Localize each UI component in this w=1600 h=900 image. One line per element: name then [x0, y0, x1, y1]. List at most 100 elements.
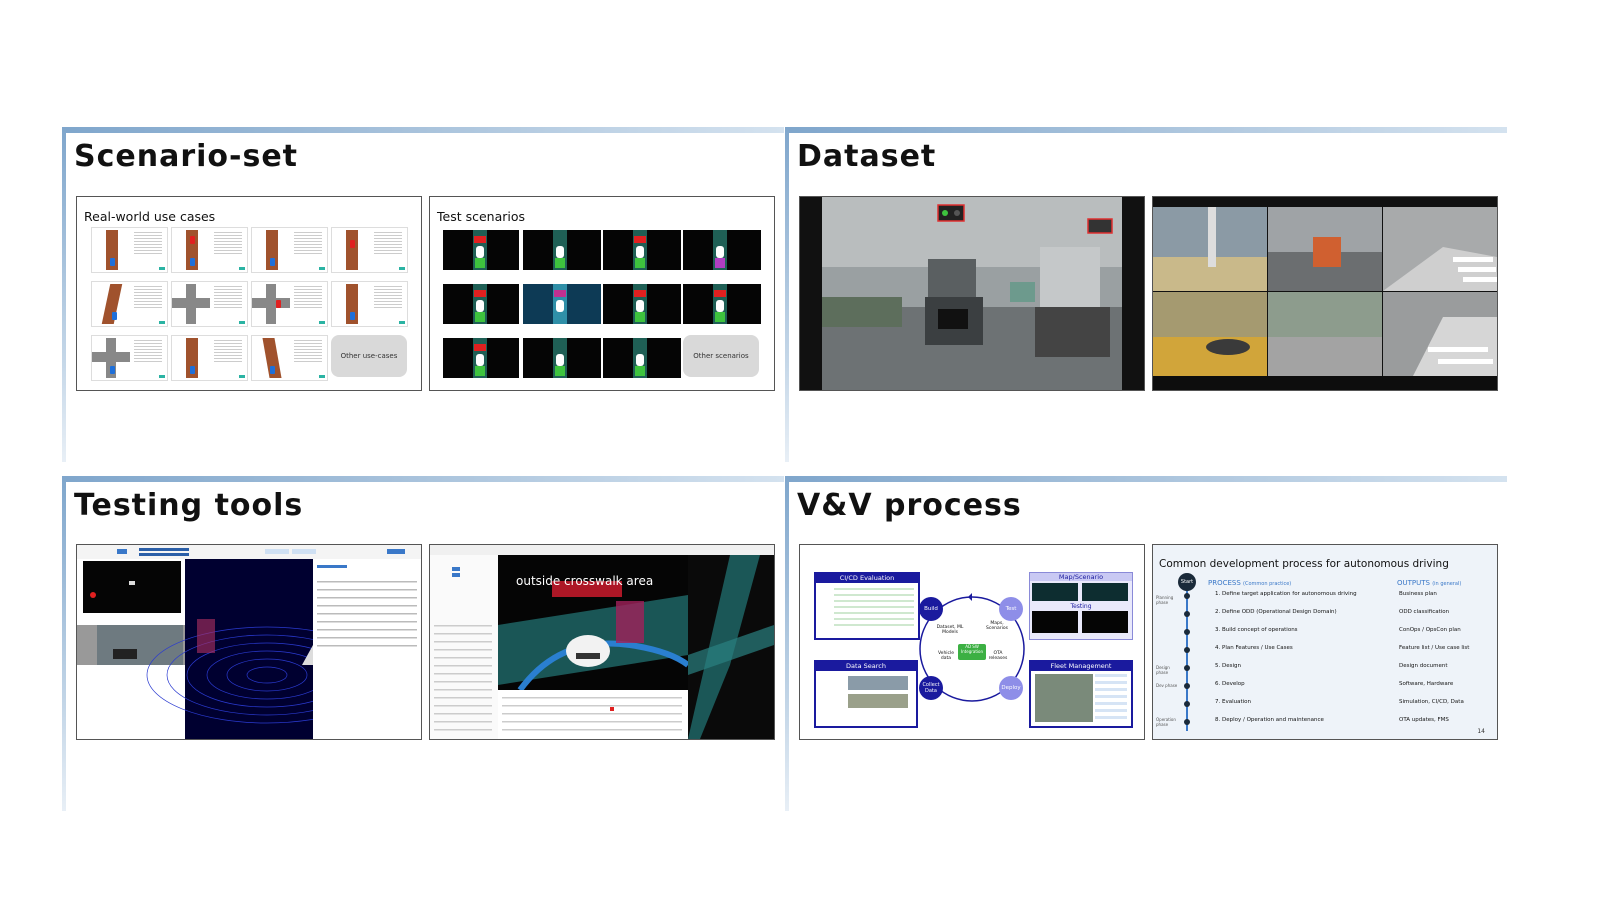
- quadrant-top-border: [785, 127, 1507, 133]
- simulator-overlay-text: outside crosswalk area: [516, 574, 653, 588]
- quadrant-left-border: [62, 127, 66, 462]
- quadrant-title: Scenario-set: [74, 139, 299, 174]
- process-head-label: PROCESS: [1208, 579, 1241, 587]
- quadrant-left-border: [62, 476, 66, 811]
- dataset-camera-scene: [822, 197, 1122, 390]
- process-step: 1. Define target application for autonom…: [1153, 591, 1497, 607]
- step-dot: [1184, 647, 1190, 653]
- ci-eval-table: [834, 588, 914, 628]
- step-label: 7. Evaluation: [1215, 699, 1252, 705]
- step-output: Feature list / Use case list: [1399, 645, 1470, 651]
- step-label: 8. Deploy / Operation and maintenance: [1215, 717, 1324, 723]
- test-scenarios-card[interactable]: Test scenarios Other scenarios: [429, 196, 775, 391]
- fleet-header: Fleet Management: [1031, 662, 1131, 671]
- step-output: Business plan: [1399, 591, 1437, 597]
- quadrant-vv-process: V&V process CI/CD Evaluation Map/Scenari…: [785, 476, 1507, 811]
- fleet-management-panel: Fleet Management: [1029, 660, 1133, 728]
- scenario-tile: [443, 284, 521, 324]
- use-case-tile: [251, 227, 328, 273]
- use-case-tile: [171, 227, 248, 273]
- outputs-head-label: OUTPUTS: [1397, 579, 1430, 587]
- page-number: 14: [1477, 728, 1485, 735]
- data-search-images: [848, 694, 908, 708]
- phase-label: Design phase: [1156, 665, 1170, 675]
- quadrant-left-border: [785, 127, 789, 462]
- dataset-ml-label: Dataset, ML Models: [936, 625, 964, 635]
- scenario-tile: [443, 230, 521, 270]
- dataset-multicamera-image[interactable]: [1152, 196, 1498, 391]
- scenario-tile: [523, 284, 601, 324]
- start-node: Start: [1178, 573, 1196, 591]
- scenario-tile: [523, 230, 601, 270]
- step-label: 2. Define ODD (Operational Design Domain…: [1215, 609, 1337, 615]
- map-image: [1032, 583, 1078, 601]
- quadrant-title: V&V process: [797, 488, 1022, 523]
- maps-scenarios-label: Maps, Scenarios: [986, 621, 1008, 631]
- deploy-node: Deploy: [999, 676, 1023, 700]
- card-label: Real-world use cases: [84, 209, 216, 224]
- ad-sw-integration-box: AD SW Integration: [958, 644, 986, 660]
- phase-label: Planning phase: [1156, 595, 1174, 605]
- process-step: 4. Plan Features / Use Cases Feature lis…: [1153, 645, 1497, 661]
- step-output: Software, Hardware: [1399, 681, 1454, 687]
- real-world-use-cases-card[interactable]: Real-world use cases Other use-cases: [76, 196, 422, 391]
- process-step: 2. Define ODD (Operational Design Domain…: [1153, 609, 1497, 625]
- other-use-cases-button[interactable]: Other use-cases: [331, 335, 407, 377]
- other-scenarios-button[interactable]: Other scenarios: [683, 335, 759, 377]
- cicd-cycle-card[interactable]: CI/CD Evaluation Map/Scenario Testing Da…: [799, 544, 1145, 740]
- scenario-tile: [523, 338, 601, 378]
- step-output: Design document: [1399, 663, 1448, 669]
- fleet-list: [1095, 674, 1127, 722]
- quadrant-scenario-set: Scenario-set Real-world use cases Other …: [62, 127, 784, 462]
- step-output: ODD classification: [1399, 609, 1450, 615]
- phase-label: Operation phase: [1156, 717, 1176, 727]
- ci-eval-header: CI/CD Evaluation: [816, 574, 918, 583]
- step-dot: [1184, 683, 1190, 689]
- quadrant-dataset: Dataset: [785, 127, 1507, 462]
- ota-releases-label: OTA releases: [988, 651, 1008, 661]
- dataset-camera-image[interactable]: [799, 196, 1145, 391]
- quadrant-top-border: [62, 127, 784, 133]
- use-case-tile: [91, 227, 168, 273]
- testing-image: [1082, 611, 1128, 633]
- data-search-images: [848, 676, 908, 690]
- dataset-multicamera-grid: [1153, 207, 1497, 390]
- lidar-viewer-ui: [77, 545, 421, 739]
- simulator-ui: outside crosswalk area: [430, 545, 774, 739]
- map-scenario-header: Map/Scenario: [1030, 573, 1132, 581]
- step-output: OTA updates, FMS: [1399, 717, 1449, 723]
- step-dot: [1184, 665, 1190, 671]
- build-node: Build: [919, 597, 943, 621]
- test-node: Test: [999, 597, 1023, 621]
- scenario-tile: [603, 338, 681, 378]
- outputs-header: OUTPUTS (in general): [1397, 579, 1461, 587]
- lidar-viewer-screenshot[interactable]: [76, 544, 422, 740]
- process-step: 8. Deploy / Operation and maintenance OT…: [1153, 717, 1497, 733]
- use-case-tile: [251, 281, 328, 327]
- map-scenario-panel: Map/Scenario Testing: [1029, 572, 1133, 640]
- fleet-map: [1035, 674, 1093, 722]
- quadrant-testing-tools: Testing tools outside crosswalk area: [62, 476, 784, 811]
- use-case-tile: [331, 281, 408, 327]
- use-case-tile: [91, 335, 168, 381]
- step-label: 5. Design: [1215, 663, 1241, 669]
- use-case-tile: [171, 335, 248, 381]
- quadrant-title: Dataset: [797, 139, 937, 174]
- dev-process-card[interactable]: Common development process for autonomou…: [1152, 544, 1498, 740]
- step-label: 6. Develop: [1215, 681, 1245, 687]
- testing-header: Testing: [1070, 603, 1092, 610]
- step-label: 1. Define target application for autonom…: [1215, 591, 1357, 597]
- step-dot: [1184, 719, 1190, 725]
- quadrant-top-border: [62, 476, 784, 482]
- scenario-tile: [603, 230, 681, 270]
- process-step: 5. Design Design document: [1153, 663, 1497, 679]
- process-step: 3. Build concept of operations ConOps / …: [1153, 627, 1497, 643]
- quadrant-title: Testing tools: [74, 488, 304, 523]
- use-case-tile: [251, 335, 328, 381]
- step-dot: [1184, 611, 1190, 617]
- quadrant-left-border: [785, 476, 789, 811]
- map-image: [1082, 583, 1128, 601]
- scenario-tile: [683, 230, 761, 270]
- scenario-tile: [443, 338, 521, 378]
- simulator-screenshot[interactable]: outside crosswalk area: [429, 544, 775, 740]
